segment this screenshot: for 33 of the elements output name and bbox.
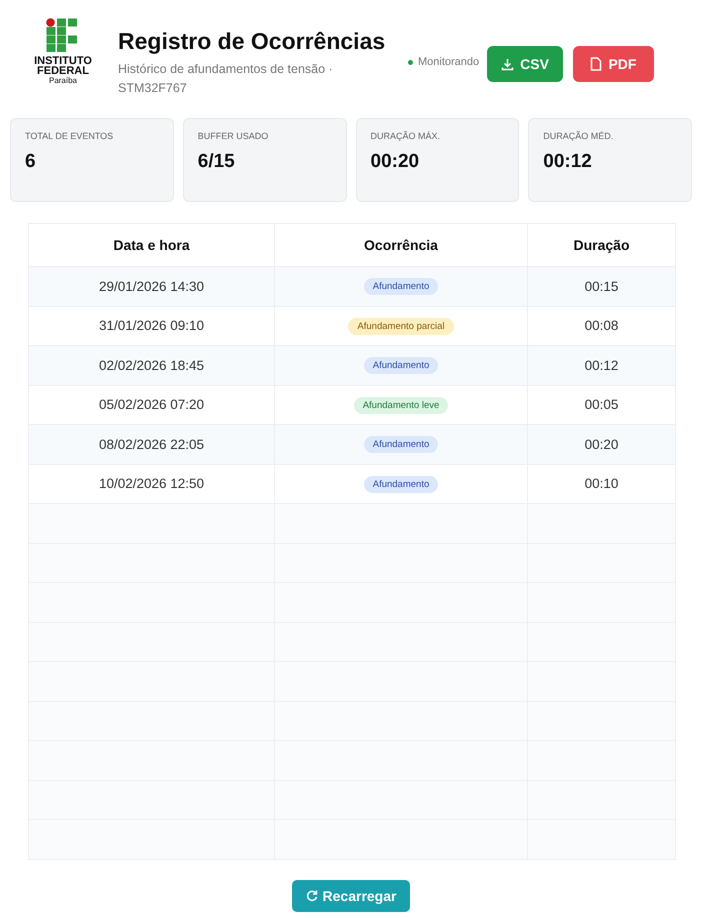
stat-label: DURAÇÃO MÁX. bbox=[370, 131, 442, 141]
table-cell: 00:20 bbox=[528, 424, 676, 464]
stat-value: 00:12 bbox=[543, 151, 593, 173]
download-icon bbox=[501, 58, 514, 70]
status-label: Monitorando bbox=[418, 56, 480, 68]
stat-value: 6/15 bbox=[198, 151, 236, 173]
refresh-icon bbox=[306, 890, 318, 902]
page-title: Registro de Ocorrências bbox=[118, 28, 386, 55]
event-tag: Afundamento bbox=[364, 357, 438, 374]
table-cell: 00:12 bbox=[528, 346, 676, 385]
stat-value: 6 bbox=[25, 151, 37, 173]
logo-text: FEDERAL bbox=[37, 66, 89, 76]
stat-label: BUFFER USADO bbox=[198, 131, 270, 141]
table-cell: 00:15 bbox=[528, 266, 676, 306]
stat-label: DURAÇÃO MÉD. bbox=[543, 131, 614, 141]
event-tag: Afundamento leve bbox=[354, 396, 448, 414]
reload-button[interactable]: Recarregar bbox=[292, 880, 410, 912]
document-icon bbox=[590, 57, 602, 71]
stat-value: 00:20 bbox=[370, 151, 420, 173]
stat-label: TOTAL DE EVENTOS bbox=[25, 131, 114, 141]
page-subtitle: Histórico de afundamentos de tensão · STM32F767 bbox=[118, 61, 334, 97]
event-tag: Afundamento bbox=[364, 476, 438, 493]
table-cell: 02/02/2026 18:45 bbox=[28, 346, 274, 385]
event-tag: Afundamento bbox=[364, 278, 438, 296]
csv-button[interactable]: CSV bbox=[487, 46, 563, 82]
logo-text: INSTITUTO bbox=[34, 56, 92, 66]
table-cell: 08/02/2026 22:05 bbox=[28, 424, 274, 464]
event-tag: Afundamento parcial bbox=[348, 318, 454, 335]
event-tag: Afundamento bbox=[364, 436, 438, 454]
logo-text: Paraíba bbox=[48, 76, 78, 86]
table-cell: 29/01/2026 14:30 bbox=[28, 266, 274, 306]
pdf-button[interactable]: PDF bbox=[572, 46, 654, 82]
logo-icon bbox=[46, 18, 80, 52]
